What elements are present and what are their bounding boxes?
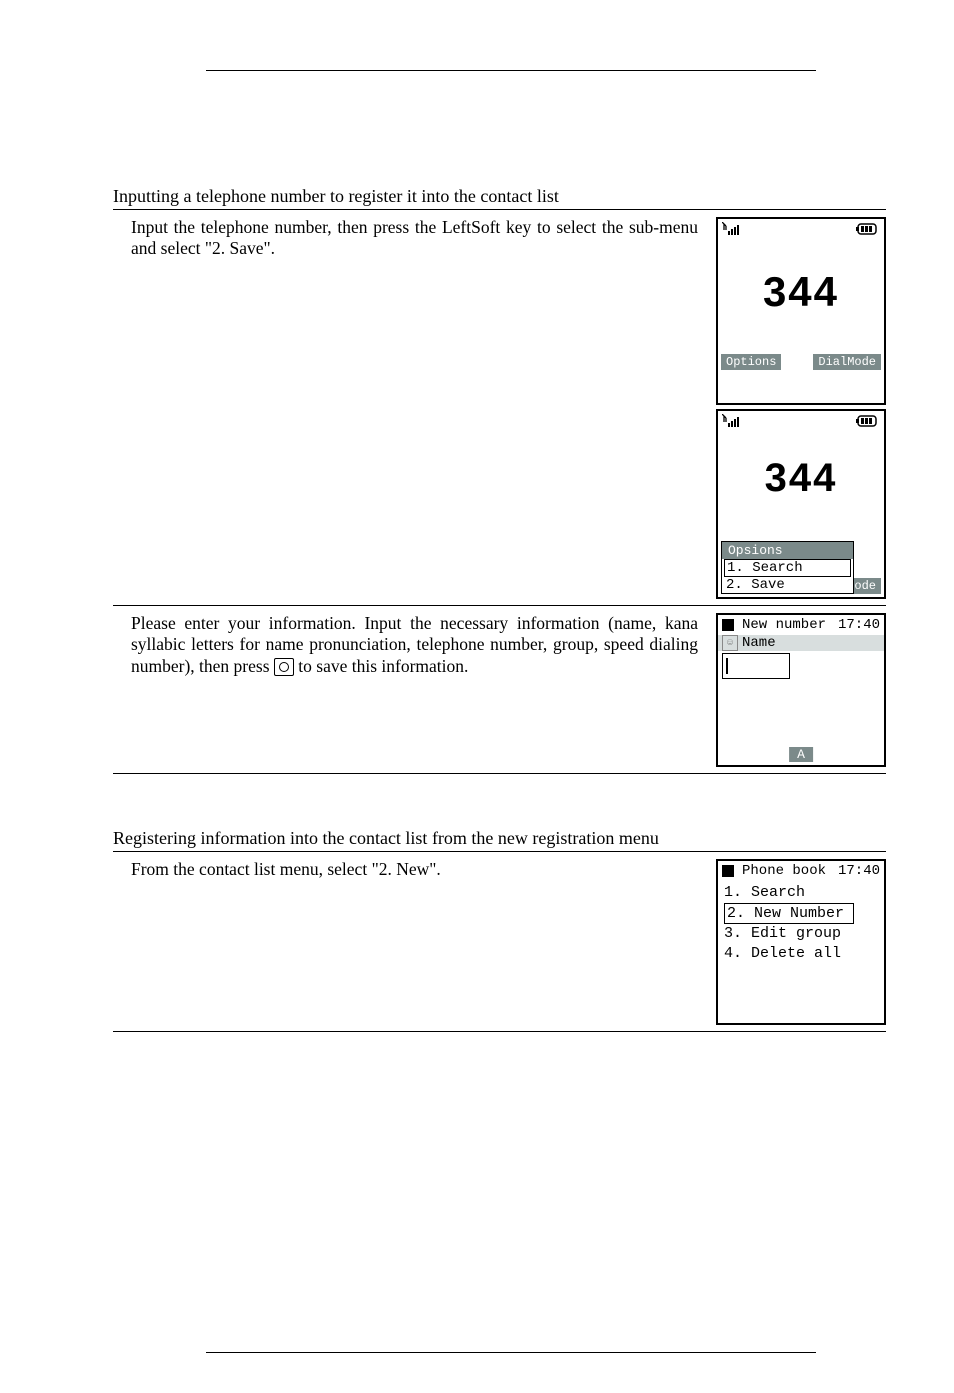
options-popup-title: Opsions [722, 542, 853, 559]
section1-heading: Inputting a telephone number to register… [113, 186, 954, 207]
page-bottom-rule [206, 1352, 816, 1353]
section1-step2-screens: New number 17:40 ☺ Name A [716, 609, 886, 767]
dialed-number-partial: 344 [718, 456, 884, 501]
phone-screen-phonebook: Phone book 17:40 1. Search 2. New Number… [716, 859, 886, 1025]
dialed-number: 344 [718, 268, 884, 316]
section2-step1-desc: From the contact list menu, select "2. N… [113, 855, 716, 880]
section2-rule [113, 851, 886, 852]
popup-item-save[interactable]: 2. Save [722, 577, 853, 593]
section1-step1-screens: 344 Options DialMode [716, 213, 886, 599]
section1-endrule [113, 773, 886, 774]
title-icon [722, 865, 734, 877]
signal-icon [722, 414, 744, 433]
section1-step1-desc: Input the telephone number, then press t… [113, 213, 716, 260]
pb-item-new-number[interactable]: 2. New Number [724, 903, 854, 925]
input-mode-badge: A [789, 747, 813, 762]
options-popup: Opsions 1. Search 2. Save [721, 541, 854, 594]
softkey-options[interactable]: Options [721, 354, 781, 370]
document-page: Inputting a telephone number to register… [0, 0, 954, 1393]
section1-rule [113, 209, 886, 210]
pb-item-delete-all[interactable]: 4. Delete all [724, 944, 878, 964]
pb-item-search[interactable]: 1. Search [724, 883, 878, 903]
status-bar [718, 411, 884, 432]
title-bar: Phone book 17:40 [718, 861, 884, 881]
person-icon: ☺ [722, 635, 738, 651]
page-bottom-rule-wrap [0, 1352, 954, 1353]
softkey-bar: Options DialMode [718, 354, 884, 373]
clock: 17:40 [838, 863, 880, 879]
section1-step2-row: Please enter your information. Input the… [113, 609, 886, 767]
title-bar: New number 17:40 [718, 615, 884, 635]
section2-step1-row: From the contact list menu, select "2. N… [113, 855, 886, 1025]
options-popup-items: 1. Search 2. Save [722, 559, 853, 593]
name-field-row: ☺ Name [718, 635, 884, 651]
status-bar [718, 219, 884, 240]
section2-step1-screens: Phone book 17:40 1. Search 2. New Number… [716, 855, 886, 1025]
battery-icon [856, 415, 880, 432]
section1-step1-row: Input the telephone number, then press t… [113, 213, 886, 599]
phone-screen-options-popup: 344 ialMode Opsions 1. Search 2. Save [716, 409, 886, 599]
center-key-icon [274, 658, 294, 676]
title-icon [722, 619, 734, 631]
pb-item-edit-group[interactable]: 3. Edit group [724, 924, 878, 944]
screen-title: New number [742, 617, 826, 633]
signal-icon [722, 222, 744, 241]
phonebook-menu: 1. Search 2. New Number 3. Edit group 4.… [718, 881, 884, 963]
section1-step2-desc: Please enter your information. Input the… [113, 609, 716, 677]
popup-item-search[interactable]: 1. Search [724, 559, 851, 577]
screen-title: Phone book [742, 863, 826, 879]
phone-screen-dial: 344 Options DialMode [716, 217, 886, 405]
section1-midrule [113, 605, 886, 606]
battery-icon [856, 223, 880, 240]
name-input[interactable] [722, 653, 790, 679]
softkey-dialmode[interactable]: DialMode [813, 354, 881, 370]
step2-desc-post: to save this information. [294, 656, 469, 676]
section2-heading: Registering information into the contact… [113, 828, 954, 849]
section2-endrule [113, 1031, 886, 1032]
page-top-rule [206, 70, 816, 71]
text-cursor [726, 658, 728, 674]
clock: 17:40 [838, 617, 880, 633]
name-label: Name [742, 635, 776, 651]
phone-screen-new-number: New number 17:40 ☺ Name A [716, 613, 886, 767]
